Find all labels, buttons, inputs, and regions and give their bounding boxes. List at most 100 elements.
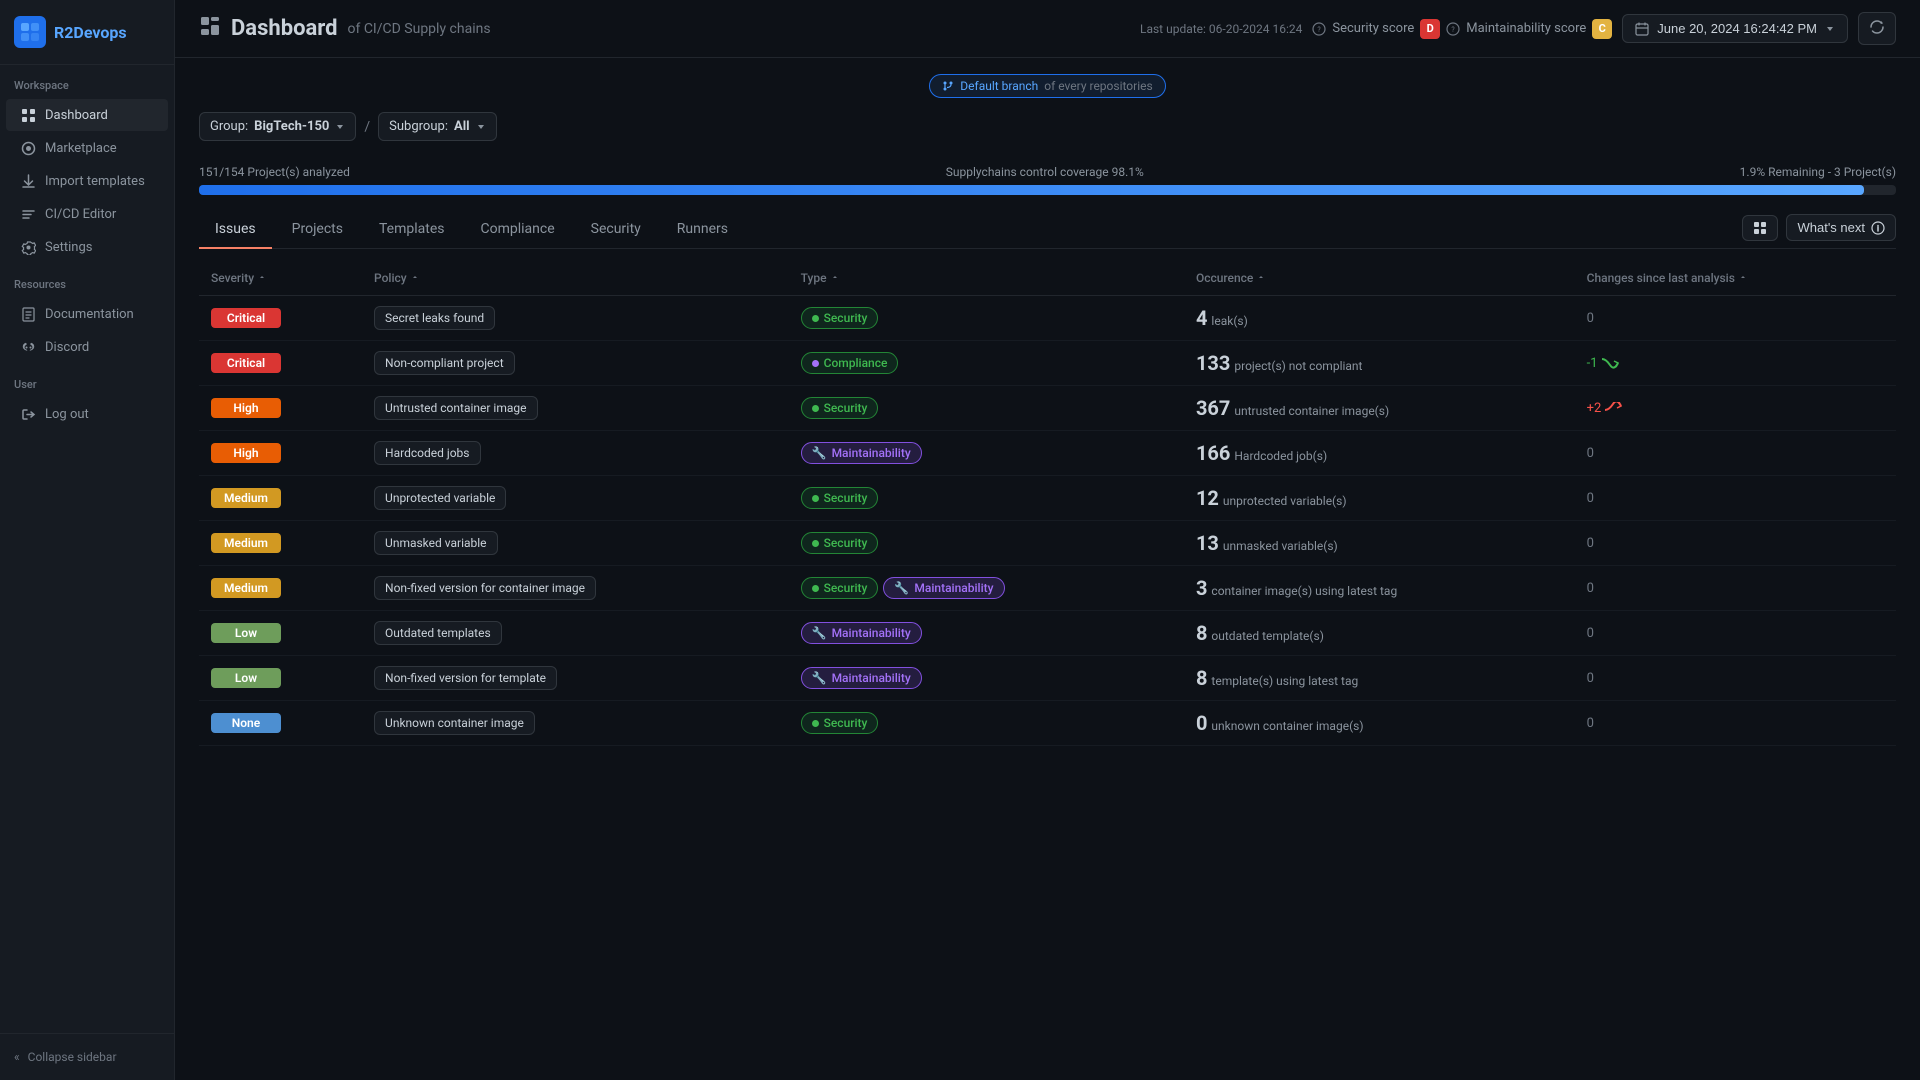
security-score-label: Security score [1332,21,1414,36]
change-value: 0 [1587,446,1594,461]
table-row[interactable]: Low Non-fixed version for template 🔧 Main… [199,656,1896,701]
sidebar-item-documentation[interactable]: Documentation [6,298,168,330]
cell-type: Security [789,386,1184,431]
sidebar-item-dashboard[interactable]: Dashboard [6,99,168,131]
occurrence-count: 367 [1196,396,1230,420]
tab-issues[interactable]: Issues [199,211,272,249]
cell-type: 🔧 Maintainability [789,656,1184,701]
type-badge: Security [801,397,879,419]
dashboard-icon [20,107,36,123]
occurrence-label: leak(s) [1211,314,1247,328]
sidebar-item-logout[interactable]: Log out [6,398,168,430]
whats-next-button[interactable]: What's next [1786,214,1896,241]
severity-badge: Medium [211,488,281,508]
filter-separator: / [362,119,372,135]
severity-badge: Critical [211,353,281,373]
date-picker-button[interactable]: June 20, 2024 16:24:42 PM [1622,14,1848,43]
tab-projects[interactable]: Projects [276,211,359,249]
branch-banner: Default branch of every repositories [199,74,1896,98]
cell-changes: +2 [1575,386,1896,431]
subgroup-filter-value: All [454,119,470,134]
table-row[interactable]: MediumUnmasked variable Security 13unmas… [199,521,1896,566]
security-score-badge: D [1420,19,1440,39]
occurrence-count: 166 [1196,441,1230,465]
group-filter-value: BigTech-150 [254,119,329,134]
marketplace-icon [20,140,36,156]
cell-occurrence: 13unmasked variable(s) [1184,521,1575,566]
collapse-sidebar-label: Collapse sidebar [28,1050,117,1064]
cell-changes: -1 [1575,341,1896,386]
cell-changes: 0 [1575,566,1896,611]
table-row[interactable]: MediumUnprotected variable Security 12un… [199,476,1896,521]
severity-badge: Low [211,623,281,643]
table-row[interactable]: MediumNon-fixed version for container im… [199,566,1896,611]
group-filter[interactable]: Group: BigTech-150 [199,112,356,141]
sidebar-logo: R2Devops [0,0,174,65]
progress-bar-background [199,185,1896,195]
cell-occurrence: 3container image(s) using latest tag [1184,566,1575,611]
app-logo-icon [14,16,46,48]
cell-occurrence: 12unprotected variable(s) [1184,476,1575,521]
sidebar-item-import-templates[interactable]: Import templates [6,165,168,197]
page-content: Default branch of every repositories Gro… [175,58,1920,1080]
tab-runners[interactable]: Runners [661,211,744,249]
svg-text:?: ? [1452,26,1456,34]
policy-badge: Secret leaks found [374,306,495,330]
cell-occurrence: 8template(s) using latest tag [1184,656,1575,701]
tab-templates[interactable]: Templates [363,211,461,249]
collapse-sidebar-button[interactable]: « Collapse sidebar [0,1042,174,1072]
severity-badge: Low [211,668,281,688]
whats-next-label: What's next [1797,220,1865,235]
page-subtitle: of CI/CD Supply chains [348,21,491,37]
change-value: 0 [1587,671,1594,686]
cell-changes: 0 [1575,476,1896,521]
table-row[interactable]: CriticalSecret leaks found Security 4lea… [199,296,1896,341]
table-header: Severity Policy Type Occurence [199,261,1896,296]
editor-icon [20,206,36,222]
filters-row: Group: BigTech-150 / Subgroup: All [199,112,497,141]
table-row[interactable]: NoneUnknown container image Security 0un… [199,701,1896,746]
col-severity[interactable]: Severity [199,261,362,296]
occurrence-count: 13 [1196,531,1219,555]
workspace-section: Workspace Dashboard Marketplace Import t… [0,65,174,264]
cell-severity: Medium [199,566,362,611]
sidebar-item-label-settings: Settings [45,240,92,255]
policy-badge: Hardcoded jobs [374,441,480,465]
policy-badge: Outdated templates [374,621,502,645]
main-tabs: Issues Projects Templates Compliance Sec… [199,211,1896,249]
dashboard-header-icon [199,15,221,42]
change-value: 0 [1587,491,1594,506]
header-left: Dashboard of CI/CD Supply chains [199,15,491,42]
tab-security[interactable]: Security [575,211,657,249]
cell-severity: Critical [199,341,362,386]
occurrence-count: 3 [1196,576,1207,600]
col-occurrence[interactable]: Occurence [1184,261,1575,296]
refresh-button[interactable] [1858,12,1896,45]
cell-changes: 0 [1575,656,1896,701]
view-toggle-button[interactable] [1742,215,1778,241]
cell-changes: 0 [1575,296,1896,341]
subgroup-filter[interactable]: Subgroup: All [378,112,496,141]
cell-severity: High [199,431,362,476]
type-badge: 🔧 Maintainability [801,667,922,689]
sidebar-item-marketplace[interactable]: Marketplace [6,132,168,164]
tabs-list: Issues Projects Templates Compliance Sec… [199,211,744,248]
cell-policy: Unprotected variable [362,476,789,521]
table-row[interactable]: CriticalNon-compliant project Compliance… [199,341,1896,386]
policy-badge: Unknown container image [374,711,535,735]
table-row[interactable]: High Hardcoded jobs 🔧 Maintainability 166… [199,431,1896,476]
severity-badge: High [211,398,281,418]
sidebar-item-discord[interactable]: Discord [6,331,168,363]
policy-badge: Non-fixed version for template [374,666,557,690]
settings-icon [20,239,36,255]
sidebar-item-settings[interactable]: Settings [6,231,168,263]
table-row[interactable]: LowOutdated templates 🔧 Maintainability … [199,611,1896,656]
table-row[interactable]: HighUntrusted container image Security 3… [199,386,1896,431]
col-changes[interactable]: Changes since last analysis [1575,261,1896,296]
col-policy[interactable]: Policy [362,261,789,296]
last-update-text: Last update: 06-20-2024 16:24 [1140,22,1302,36]
sidebar-item-cicd-editor[interactable]: CI/CD Editor [6,198,168,230]
type-badge: 🔧 Maintainability [801,442,922,464]
tab-compliance[interactable]: Compliance [464,211,570,249]
col-type[interactable]: Type [789,261,1184,296]
